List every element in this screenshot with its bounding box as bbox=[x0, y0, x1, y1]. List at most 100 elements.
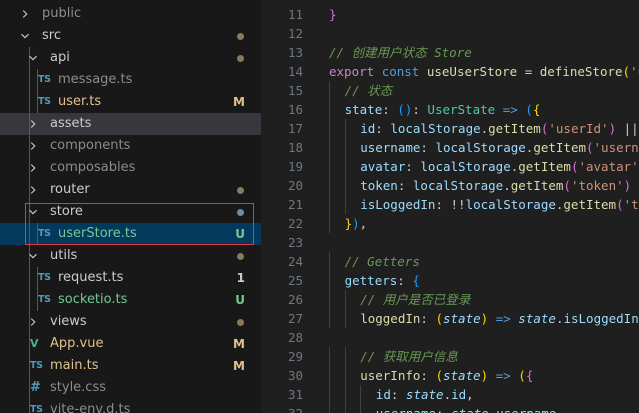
chevron-right-icon[interactable] bbox=[26, 113, 40, 135]
indent-guide bbox=[344, 138, 346, 157]
code-line[interactable]: 17 id: localStorage.getItem('userId') || … bbox=[261, 119, 639, 138]
code-token: ( bbox=[616, 197, 624, 212]
tree-file-vite-env-d-ts[interactable]: TS vite-env.d.ts bbox=[0, 399, 261, 413]
code-text: } bbox=[329, 5, 337, 24]
indent-guide bbox=[29, 223, 30, 245]
code-token: , bbox=[556, 406, 564, 413]
code-line[interactable]: 22}), bbox=[261, 214, 639, 233]
line-number: 22 bbox=[287, 216, 303, 231]
code-line[interactable]: 27 loggedIn: (state) => state.isLoggedIn, bbox=[261, 309, 639, 328]
code-line[interactable]: 18 username: localStorage.getItem('userna… bbox=[261, 138, 639, 157]
code-line[interactable]: 12 bbox=[261, 24, 639, 43]
indent-guide bbox=[344, 119, 346, 138]
tree-file-message-ts[interactable]: TS message.ts bbox=[0, 69, 261, 91]
indent-guide bbox=[329, 309, 330, 328]
code-token: = bbox=[517, 64, 540, 79]
tree-file-main-ts[interactable]: TS main.ts M bbox=[0, 355, 261, 377]
code-line[interactable]: 15 // 状态 bbox=[261, 81, 639, 100]
line-number: 19 bbox=[287, 159, 303, 174]
tree-file-user-ts[interactable]: TS user.ts M bbox=[0, 91, 261, 113]
indent-guide bbox=[344, 366, 346, 385]
code-token: getItem bbox=[563, 197, 617, 212]
tree-file-app-vue[interactable]: V App.vue M bbox=[0, 333, 261, 355]
code-line[interactable]: 25 getters: { bbox=[261, 271, 639, 290]
tree-folder-router[interactable]: router bbox=[0, 179, 261, 201]
tree-file-style-css[interactable]: # style.css bbox=[0, 377, 261, 399]
code-line[interactable]: 28 bbox=[261, 328, 639, 347]
indent-guide bbox=[329, 176, 330, 195]
chevron-right-icon[interactable] bbox=[18, 3, 32, 25]
tree-folder-assets[interactable]: assets bbox=[0, 113, 261, 135]
tree-folder-store[interactable]: store bbox=[0, 201, 261, 223]
code-token: . bbox=[503, 178, 511, 193]
code-token: // Getters bbox=[344, 254, 420, 269]
code-token: } bbox=[344, 216, 353, 231]
tree-folder-public[interactable]: public bbox=[0, 3, 261, 25]
code-line[interactable]: 14 export const useUserStore = defineStor… bbox=[261, 62, 639, 81]
code-line[interactable]: 23 bbox=[261, 233, 639, 252]
tree-file-userstore-ts[interactable]: TS userStore.ts U bbox=[0, 223, 261, 245]
line-number: 30 bbox=[287, 368, 303, 383]
code-token: localStorage bbox=[465, 197, 556, 212]
code-token: username bbox=[376, 406, 436, 413]
code-token: 'user' bbox=[630, 64, 639, 79]
tree-folder-views[interactable]: views bbox=[0, 311, 261, 333]
chevron-down-icon[interactable] bbox=[26, 201, 40, 223]
code-token: 'userId' bbox=[548, 121, 609, 136]
code-token: loggedIn bbox=[360, 311, 421, 326]
code-editor[interactable]: 11} 12 13 // 创建用户状态 Store 14 export const use… bbox=[261, 0, 639, 413]
tree-item-label: socketio.ts bbox=[58, 292, 128, 307]
chevron-down-icon[interactable] bbox=[26, 245, 40, 267]
tree-folder-utils[interactable]: utils bbox=[0, 245, 261, 267]
code-line[interactable]: 24 // Getters bbox=[261, 252, 639, 271]
indent-guide bbox=[329, 252, 330, 271]
code-line[interactable]: 26 // 用户是否已登录 bbox=[261, 290, 639, 309]
code-token: getItem bbox=[510, 178, 564, 193]
chevron-down-icon[interactable] bbox=[26, 47, 40, 69]
tree-file-socketio-ts[interactable]: TS socketio.ts U bbox=[0, 289, 261, 311]
chevron-right-icon[interactable] bbox=[26, 157, 40, 179]
file-explorer: public src api TS message.ts TS user.ts Massets… bbox=[0, 0, 261, 413]
tree-file-request-ts[interactable]: TS request.ts 1 bbox=[0, 267, 261, 289]
line-number: 28 bbox=[287, 330, 303, 345]
code-line[interactable]: 20 token: localStorage.getItem('token') |… bbox=[261, 176, 639, 195]
chevron-right-icon[interactable] bbox=[26, 179, 40, 201]
code-line[interactable]: 19 avatar: localStorage.getItem('avatar')… bbox=[261, 157, 639, 176]
chevron-right-icon[interactable] bbox=[26, 135, 40, 157]
indent-guide bbox=[344, 404, 346, 413]
code-token: id bbox=[375, 387, 391, 402]
code-token: : bbox=[397, 273, 413, 288]
code-line[interactable]: 11} bbox=[261, 5, 639, 24]
tree-folder-api[interactable]: api bbox=[0, 47, 261, 69]
git-status-badge: U bbox=[235, 227, 245, 241]
code-line[interactable]: 21 isLoggedIn: !!localStorage.getItem('to… bbox=[261, 195, 639, 214]
code-line[interactable]: 30 userInfo: (state) => ({ bbox=[261, 366, 639, 385]
chevron-right-icon[interactable] bbox=[26, 311, 40, 333]
code-token: localStorage bbox=[420, 159, 511, 174]
code-line[interactable]: 13 // 创建用户状态 Store bbox=[261, 43, 639, 62]
code-text: userInfo: (state) => ({ bbox=[360, 366, 533, 385]
tree-folder-composables[interactable]: composables bbox=[0, 157, 261, 179]
code-line[interactable]: 31 id: state.id, bbox=[261, 385, 639, 404]
line-number: 20 bbox=[287, 178, 303, 193]
code-line[interactable]: 16 state: (): UserState => ({ bbox=[261, 100, 639, 119]
code-line[interactable]: 29 // 获取用户信息 bbox=[261, 347, 639, 366]
code-token: username bbox=[360, 140, 421, 155]
git-change-dot bbox=[237, 209, 244, 216]
code-text: id: state.id, bbox=[376, 385, 474, 404]
typescript-file-icon: TS bbox=[38, 294, 51, 305]
tree-folder-src[interactable]: src bbox=[0, 25, 261, 47]
indent-guide bbox=[329, 195, 330, 214]
code-token: { bbox=[525, 368, 534, 383]
code-token: 'username' bbox=[593, 140, 639, 155]
chevron-down-icon[interactable] bbox=[18, 25, 32, 47]
indent-guide bbox=[344, 309, 346, 328]
code-line[interactable]: 32 username: state.username, bbox=[261, 404, 639, 413]
tree-folder-components[interactable]: components bbox=[0, 135, 261, 157]
indent-guide bbox=[329, 366, 330, 385]
typescript-file-icon: TS bbox=[30, 404, 43, 413]
